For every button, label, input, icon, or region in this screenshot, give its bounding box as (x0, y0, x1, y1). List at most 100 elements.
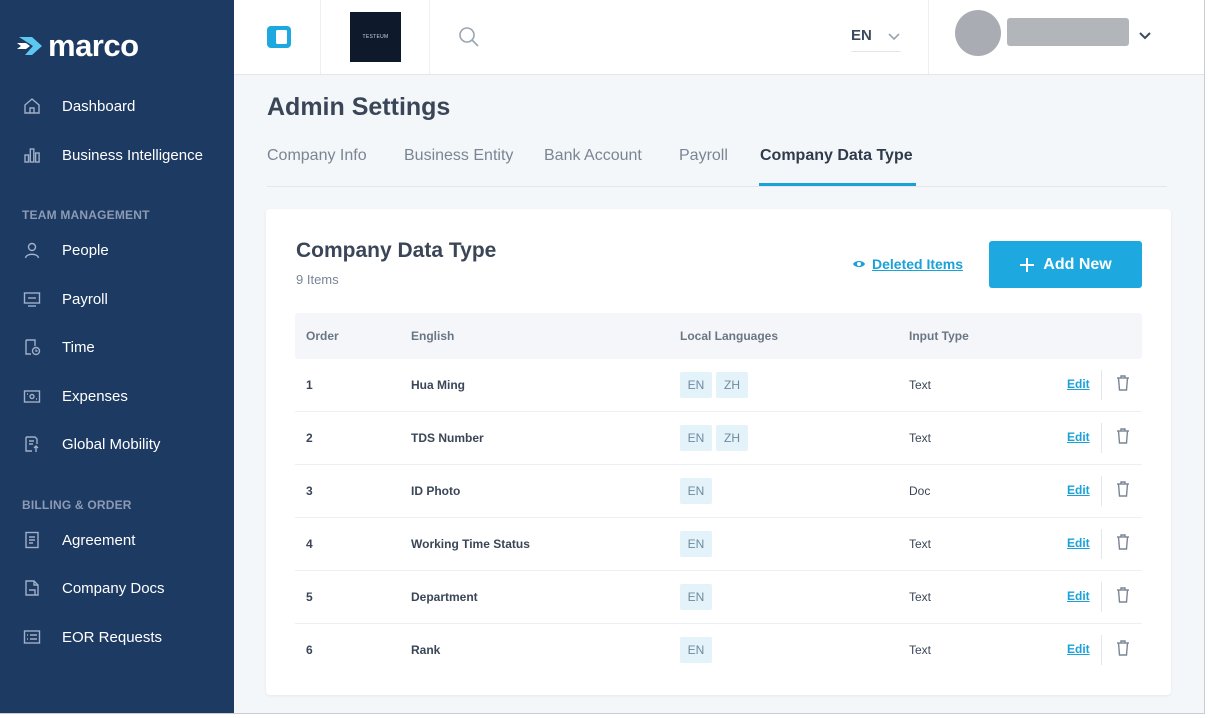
cell-order: 5 (306, 590, 313, 604)
local-language-badges: EN (680, 478, 712, 504)
tab-payroll[interactable]: Payroll (679, 147, 728, 165)
active-tab-indicator (759, 183, 916, 186)
local-language-badges: EN (680, 584, 712, 610)
cell-order: 4 (306, 537, 313, 551)
settings-tabs: Company Info Business Entity Bank Accoun… (267, 143, 1167, 187)
language-badge: EN (680, 531, 712, 557)
language-value: EN (851, 27, 872, 44)
sidebar-item-label: EOR Requests (62, 628, 163, 646)
table-row: 2 TDS Number EN ZH Text Edit (295, 412, 1142, 465)
sidebar-item-time[interactable]: Time (22, 327, 95, 367)
marco-logo-icon (17, 37, 42, 55)
tab-company-info[interactable]: Company Info (267, 147, 367, 165)
trash-icon[interactable] (1115, 374, 1131, 392)
divider (1101, 476, 1102, 506)
cell-english: Hua Ming (411, 378, 465, 392)
deleted-items-label: Deleted Items (872, 256, 964, 272)
cell-order: 6 (306, 643, 313, 657)
local-language-badges: EN (680, 531, 712, 557)
tab-business-entity[interactable]: Business Entity (404, 147, 513, 165)
cell-input-type: Text (909, 537, 932, 551)
cell-english: Rank (411, 643, 441, 657)
edit-link[interactable]: Edit (1067, 430, 1090, 444)
cell-english: Working Time Status (411, 537, 530, 551)
column-header-local-languages: Local Languages (680, 329, 779, 343)
brand-logo[interactable]: marco (16, 28, 139, 64)
company-logo[interactable]: TESTEUM (350, 12, 401, 62)
sidebar-item-expenses[interactable]: Expenses (22, 376, 128, 416)
edit-link[interactable]: Edit (1067, 536, 1090, 550)
cell-input-type: Text (909, 643, 932, 657)
cell-input-type: Doc (909, 484, 931, 498)
table-body: 1 Hua Ming EN ZH Text Edit 2 TDS Number EN ZH Text… (295, 359, 1142, 677)
divider (1101, 370, 1102, 400)
language-badge: ZH (716, 425, 748, 451)
cell-english: Department (411, 590, 478, 604)
deleted-items-link[interactable]: Deleted Items (852, 256, 963, 272)
language-select[interactable]: EN (851, 20, 901, 52)
edit-link[interactable]: Edit (1067, 483, 1090, 497)
company-logo-text: TESTEUM (362, 34, 389, 40)
sidebar-item-company-docs[interactable]: Company Docs (22, 568, 165, 608)
chevron-down-icon[interactable] (1138, 30, 1152, 40)
divider (1101, 423, 1102, 453)
app-window: marco Dashboard Business Intelligence TE… (0, 0, 1205, 714)
home-icon (24, 98, 40, 114)
table-row: 1 Hua Ming EN ZH Text Edit (295, 359, 1142, 412)
sidebar-item-label: Expenses (62, 387, 128, 405)
trash-icon[interactable] (1115, 480, 1131, 498)
eor-requests-icon (23, 630, 41, 644)
section-title-team-management: TEAM MANAGEMENT (22, 208, 150, 222)
sidebar-item-global-mobility[interactable]: Global Mobility (22, 424, 160, 464)
sidebar-item-label: People (62, 241, 109, 259)
table-row: 6 Rank EN Text Edit (295, 624, 1142, 677)
plus-icon (1020, 257, 1035, 272)
item-count: 9 Items (296, 272, 339, 287)
sidebar: marco Dashboard Business Intelligence TE… (0, 0, 234, 713)
divider (1101, 635, 1102, 665)
avatar[interactable] (955, 10, 1001, 56)
sidebar-item-dashboard[interactable]: Dashboard (22, 86, 135, 126)
user-name-redacted[interactable] (1007, 18, 1129, 46)
divider (928, 0, 929, 74)
edit-link[interactable]: Edit (1067, 589, 1090, 603)
card-title: Company Data Type (296, 239, 497, 262)
table-header: Order English Local Languages Input Type (295, 313, 1142, 359)
eye-icon (853, 261, 865, 267)
trash-icon[interactable] (1115, 586, 1131, 604)
table-row: 5 Department EN Text Edit (295, 571, 1142, 624)
edit-link[interactable]: Edit (1067, 377, 1090, 391)
tab-bank-account[interactable]: Bank Account (544, 147, 642, 165)
cell-input-type: Text (909, 590, 932, 604)
column-header-english: English (411, 329, 455, 343)
table-row: 4 Working Time Status EN Text Edit (295, 518, 1142, 571)
sidebar-item-agreement[interactable]: Agreement (22, 520, 135, 560)
chevron-down-icon (888, 32, 900, 40)
add-new-button[interactable]: Add New (989, 241, 1142, 288)
global-mobility-icon (25, 436, 39, 452)
payroll-icon (23, 292, 41, 307)
sidebar-item-people[interactable]: People (22, 230, 109, 270)
local-language-badges: EN ZH (680, 372, 748, 398)
company-docs-icon (25, 580, 39, 596)
edit-link[interactable]: Edit (1067, 642, 1090, 656)
trash-icon[interactable] (1115, 533, 1131, 551)
company-data-type-card: Company Data Type 9 Items Deleted Items … (266, 209, 1171, 695)
data-type-table: Order English Local Languages Input Type… (295, 313, 1142, 677)
sidebar-item-label: Dashboard (62, 97, 136, 115)
trash-icon[interactable] (1115, 639, 1131, 657)
sidebar-toggle-icon[interactable] (266, 25, 292, 49)
sidebar-item-payroll[interactable]: Payroll (22, 279, 108, 319)
trash-icon[interactable] (1115, 427, 1131, 445)
sidebar-item-eor-requests[interactable]: EOR Requests (22, 617, 162, 657)
cell-order: 3 (306, 484, 313, 498)
sidebar-item-business-intelligence[interactable]: Business Intelligence (22, 135, 203, 175)
cell-english: ID Photo (411, 484, 461, 498)
sidebar-item-label: Agreement (62, 531, 136, 549)
cell-order: 2 (306, 431, 313, 445)
column-header-input-type: Input Type (909, 329, 969, 343)
language-badge: ZH (716, 372, 748, 398)
tab-company-data-type[interactable]: Company Data Type (760, 147, 913, 165)
divider (320, 0, 321, 74)
search-icon[interactable] (458, 26, 480, 48)
